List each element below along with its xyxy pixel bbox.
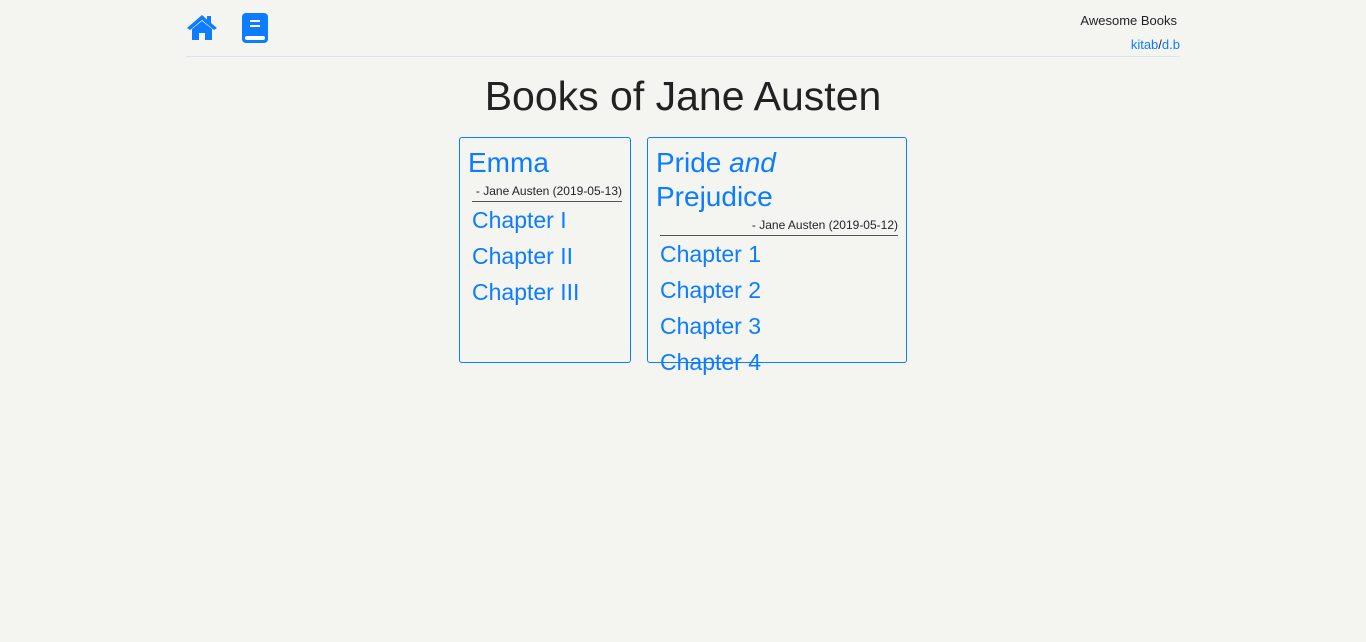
header-links: kitab/d.b xyxy=(1131,37,1180,52)
book-card: Pride and Prejudice - Jane Austen (2019-… xyxy=(647,137,907,375)
db-link[interactable]: d.b xyxy=(1162,37,1180,52)
kitab-link[interactable]: kitab xyxy=(1131,37,1158,52)
chapter-link[interactable]: Chapter 2 xyxy=(656,272,898,308)
book-icon[interactable] xyxy=(242,13,268,48)
book-byline: - Jane Austen (2019-05-12) xyxy=(660,218,898,236)
chapter-link[interactable]: Chapter I xyxy=(468,202,622,238)
book-card: Emma - Jane Austen (2019-05-13) Chapter … xyxy=(459,137,631,363)
chapter-link[interactable]: Chapter 4 xyxy=(656,344,898,380)
title-part: Pride xyxy=(656,147,730,178)
title-part: and xyxy=(729,147,776,178)
chapter-link[interactable]: Chapter II xyxy=(468,238,622,274)
header: Awesome Books kitab/d.b xyxy=(186,0,1180,57)
brand-name: Awesome Books xyxy=(1080,13,1177,28)
title-part: Prejudice xyxy=(656,181,773,212)
page-title: Books of Jane Austen xyxy=(484,73,882,119)
chapter-link[interactable]: Chapter 3 xyxy=(656,308,898,344)
book-title[interactable]: Emma xyxy=(468,147,549,178)
book-byline: - Jane Austen (2019-05-13) xyxy=(472,184,622,202)
chapter-link[interactable]: Chapter 1 xyxy=(656,236,898,272)
book-title[interactable]: Pride and Prejudice xyxy=(656,147,776,212)
chapter-link[interactable]: Chapter III xyxy=(468,274,622,310)
home-icon[interactable] xyxy=(186,13,218,46)
